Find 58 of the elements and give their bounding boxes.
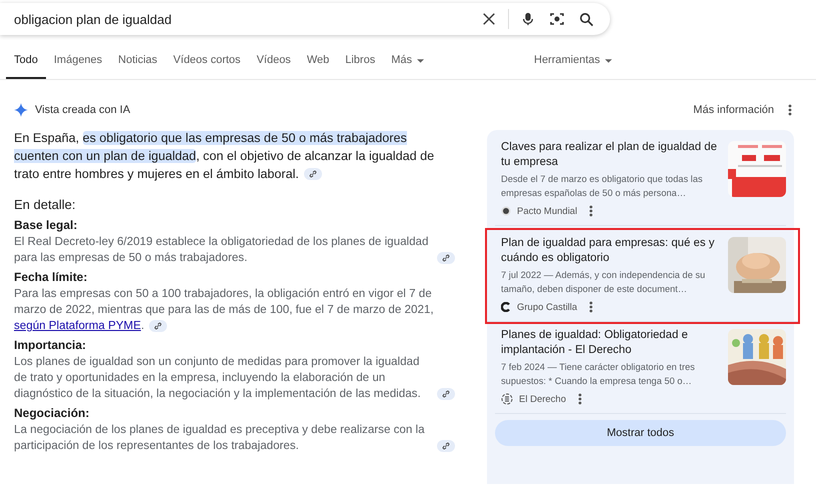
answer-text: En España, es obligatorio que las empresas de 50 o más trabajadores cuenten con un plan de igualdad, con el objetivo de alcanzar la igualdad de trato entre hombres y mujeres en el ámbito laboral.: [14, 130, 436, 183]
detail-heading: Negociación:: [14, 406, 90, 420]
more-options-icon[interactable]: [589, 301, 594, 313]
link-chip[interactable]: [437, 252, 455, 264]
punctuation: .: [140, 319, 144, 332]
section-heading: En detalle:: [14, 197, 76, 212]
camera-icon[interactable]: [549, 11, 565, 27]
microphone-icon[interactable]: [521, 11, 535, 27]
link-icon: [442, 254, 450, 262]
more-options-icon[interactable]: [589, 205, 594, 217]
tools-menu[interactable]: Herramientas: [534, 54, 612, 66]
search-tab[interactable]: Imágenes: [46, 54, 110, 79]
search-tab[interactable]: Más: [383, 54, 432, 79]
more-options-icon[interactable]: [578, 393, 582, 405]
circle-logo-icon: [501, 393, 513, 405]
search-tab[interactable]: Noticias: [110, 54, 166, 79]
detail-heading: Base legal:: [14, 218, 78, 232]
show-all-button[interactable]: Mostrar todos: [495, 420, 786, 446]
source-name: El Derecho: [519, 394, 566, 404]
detail-text: Para las empresas con 50 a 100 trabajadores, la obligación entró en vigor el 7 de marzo de 2022, mientras que para las de más de 100, fue el 7 de marzo de 2021,: [14, 287, 434, 316]
source-title-link[interactable]: Plan de igualdad para empresas: qué es y cuándo es obligatorio: [501, 236, 722, 266]
source-title-link[interactable]: Claves para realizar el plan de igualdad de tu empresa: [501, 140, 722, 170]
link-icon: [308, 170, 317, 178]
search-tab[interactable]: Vídeos: [248, 54, 299, 79]
detail-text: Los planes de igualdad son un conjunto de medidas para promover la igualdad de trato y oportunidades en la empresa, incluyendo la elaboración de un diagnóstico de la situación, la negociación y la implementación de las medidas.: [14, 354, 422, 402]
search-tab[interactable]: Vídeos cortos: [165, 54, 249, 79]
source-link[interactable]: según Plataforma PYME: [14, 319, 141, 332]
link-chip[interactable]: [149, 320, 168, 332]
source-name: Pacto Mundial: [517, 206, 578, 216]
source-title-link[interactable]: Planes de igualdad: Obligatoriedad e implantación - El Derecho: [501, 328, 722, 358]
caret-icon: [605, 59, 612, 63]
link-icon: [442, 442, 450, 450]
link-chip[interactable]: [437, 388, 455, 400]
search-tab[interactable]: Web: [298, 54, 338, 79]
search-icon[interactable]: [579, 12, 594, 26]
link-icon: [154, 322, 162, 330]
search-tab[interactable]: Libros: [337, 54, 384, 79]
source-name: Grupo Castilla: [517, 302, 578, 312]
link-chip[interactable]: [304, 168, 322, 180]
ai-overview-label: Vista creada con IA: [35, 104, 130, 116]
detail-heading: Fecha límite:: [14, 270, 88, 284]
detail-text: La negociación de los planes de igualdad es preceptiva y debe realizarse con la participación de los representantes de los trabajadores.: [14, 422, 426, 454]
link-chip[interactable]: [437, 440, 455, 452]
more-options-icon[interactable]: [788, 104, 792, 116]
caret-icon: [416, 59, 424, 63]
search-query: obligacion plan de igualdad: [14, 12, 173, 26]
search-field[interactable]: obligacion plan de igualdad: [0, 3, 610, 35]
search-tab[interactable]: Todo: [6, 54, 46, 79]
detail-text: El Real Decreto-ley 6/2019 establece la obligatoriedad de los planes de igualdad para las empresas de 50 o más trabajadores.: [14, 234, 430, 266]
source-snippet: 7 feb 2024 — Tiene carácter obligatorio en tres supuestos: * Cuando la empresa tenga 50 o…: [501, 361, 696, 388]
link-icon: [442, 390, 450, 398]
source-snippet: Desde el 7 de marzo es obligatorio que todas las empresas españolas de 50 o más persona…: [501, 173, 704, 200]
letter-c-logo-icon: [501, 302, 511, 312]
source-snippet: 7 jul 2022 — Además, y con independencia de su tamaño, deben disponer de este document…: [501, 269, 706, 296]
close-icon[interactable]: [482, 12, 496, 26]
sparkle-icon: [14, 103, 28, 117]
detail-heading: Importancia:: [14, 338, 88, 352]
more-info-link[interactable]: Más información: [693, 104, 774, 116]
